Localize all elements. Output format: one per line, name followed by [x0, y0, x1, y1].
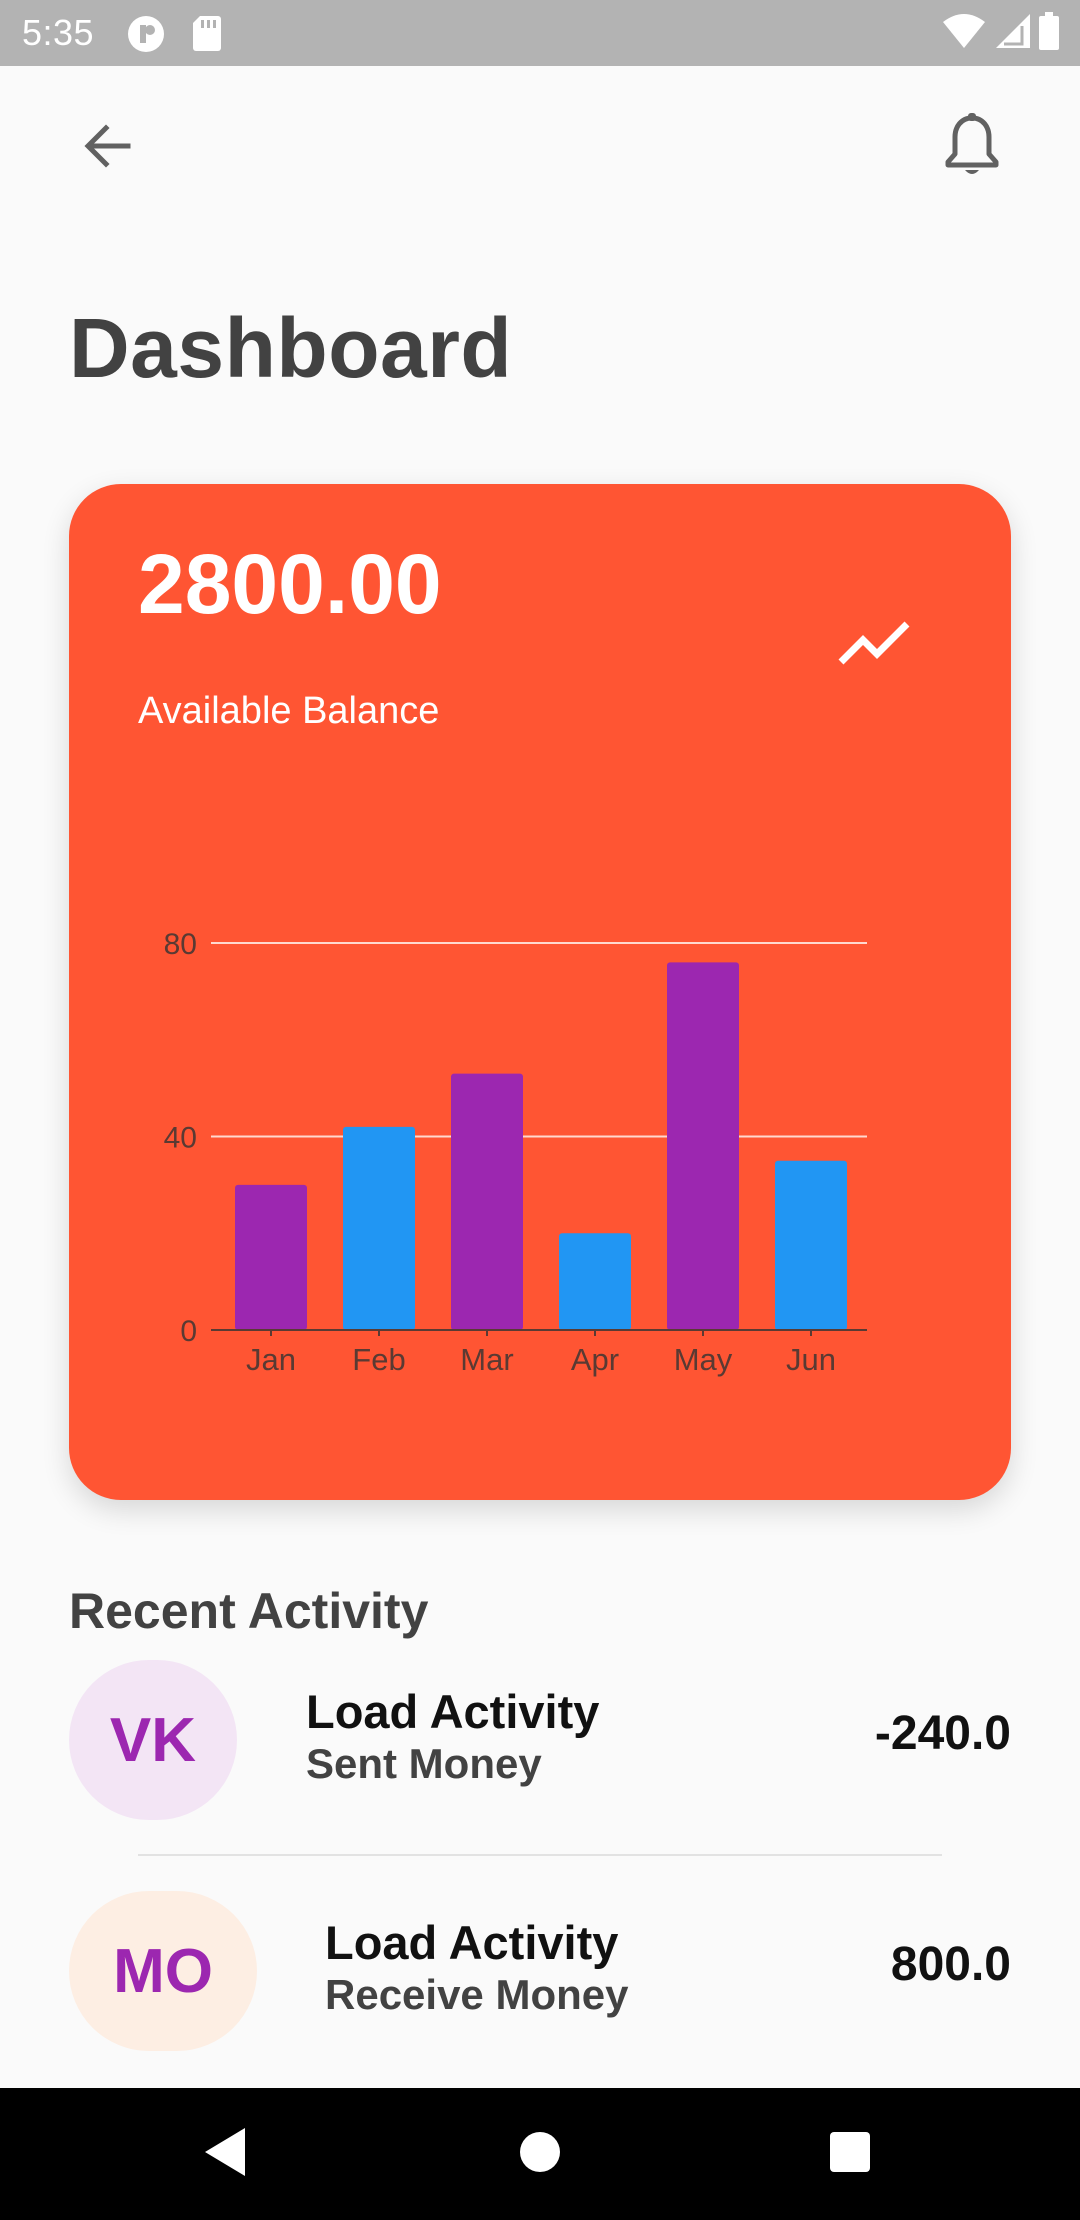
- x-tick-label: Jan: [246, 1342, 296, 1377]
- bar: [235, 1184, 307, 1330]
- bar: [451, 1073, 523, 1330]
- x-tick-label: Jun: [786, 1342, 836, 1377]
- activity-item[interactable]: VK Load Activity Sent Money -240.0: [69, 1660, 1011, 1824]
- battery-icon: [1038, 12, 1060, 55]
- bar: [775, 1160, 847, 1330]
- cell-signal-icon: [992, 12, 1032, 55]
- nav-recents-button[interactable]: [814, 2118, 886, 2190]
- bar: [559, 1233, 631, 1330]
- avatar-initials: VK: [109, 1705, 197, 1775]
- activity-amount: 800.0: [890, 1938, 1011, 1991]
- bar: [667, 962, 739, 1330]
- app-notification-icon: [126, 14, 166, 59]
- status-bar: 5:35: [0, 0, 1080, 66]
- page-title: Dashboard: [69, 301, 513, 395]
- balance-card: 2800.00 Available Balance 0 40 80 Jan Feb Mar…: [69, 484, 1011, 1500]
- wifi-icon: [942, 12, 986, 55]
- activity-subtitle: Sent Money: [306, 1740, 542, 1787]
- nav-recents-icon: [829, 2131, 871, 2178]
- activity-amount: -240.0: [874, 1707, 1011, 1760]
- status-right-icons: [942, 12, 1060, 55]
- nav-home-button[interactable]: [504, 2118, 576, 2190]
- recent-activity-title: Recent Activity: [69, 1583, 429, 1639]
- bell-icon: [942, 112, 1002, 185]
- arrow-back-icon: [78, 116, 138, 181]
- x-tick-label: Feb: [352, 1342, 405, 1377]
- y-tick-label: 0: [180, 1315, 197, 1348]
- activity-title: Load Activity: [325, 1916, 619, 1969]
- activity-item[interactable]: MO Load Activity Receive Money 800.0: [69, 1891, 1011, 2055]
- bar-chart: 0 40 80 Jan Feb Mar Apr May Jun: [164, 928, 867, 1377]
- activity-title: Load Activity: [306, 1685, 600, 1738]
- bar: [343, 1126, 415, 1330]
- avatar-initials: MO: [113, 1936, 213, 2006]
- x-tick-label: Mar: [460, 1342, 513, 1377]
- status-time: 5:35: [22, 12, 95, 53]
- balance-chart: 0 40 80 Jan Feb Mar Apr May Jun: [69, 484, 1011, 1500]
- x-tick-label: Apr: [571, 1342, 619, 1377]
- nav-home-icon: [518, 2130, 562, 2179]
- y-tick-label: 80: [164, 928, 197, 961]
- sd-card-icon: [192, 14, 222, 57]
- back-button[interactable]: [72, 112, 144, 184]
- divider: [138, 1854, 942, 1856]
- activity-subtitle: Receive Money: [325, 1971, 629, 2018]
- notifications-button[interactable]: [936, 112, 1008, 184]
- avatar: MO: [69, 1891, 257, 2051]
- nav-back-icon: [201, 2126, 251, 2183]
- nav-back-button[interactable]: [190, 2118, 262, 2190]
- avatar: VK: [69, 1660, 237, 1820]
- y-tick-label: 40: [164, 1122, 197, 1155]
- x-tick-label: May: [674, 1342, 733, 1377]
- navigation-bar: [0, 2088, 1080, 2220]
